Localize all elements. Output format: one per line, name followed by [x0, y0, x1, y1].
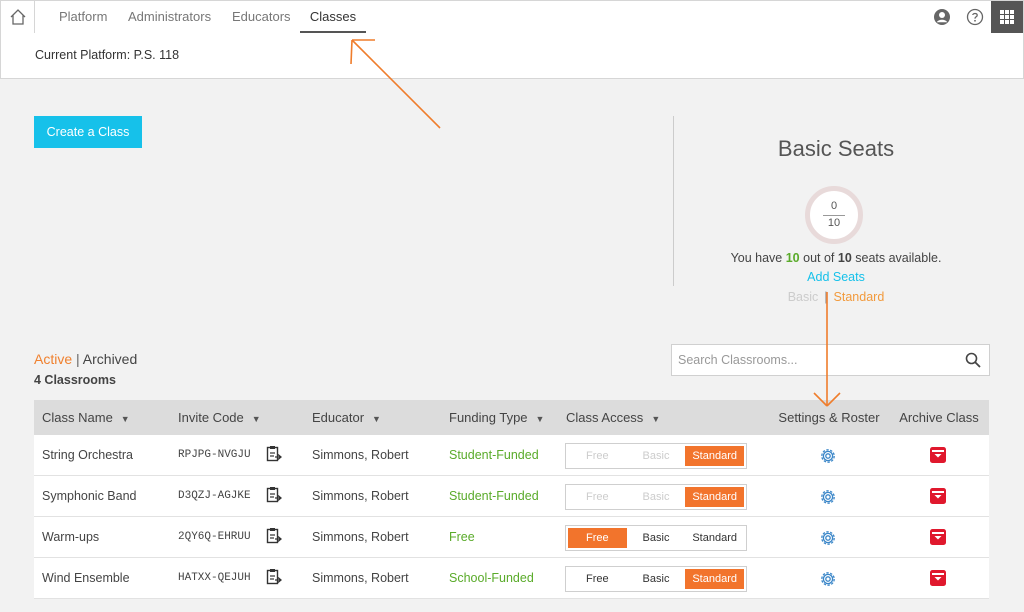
annotation-arrow-classes	[350, 39, 441, 129]
annotation-arrows	[350, 39, 841, 407]
annotation-arrow-settings	[813, 292, 841, 407]
